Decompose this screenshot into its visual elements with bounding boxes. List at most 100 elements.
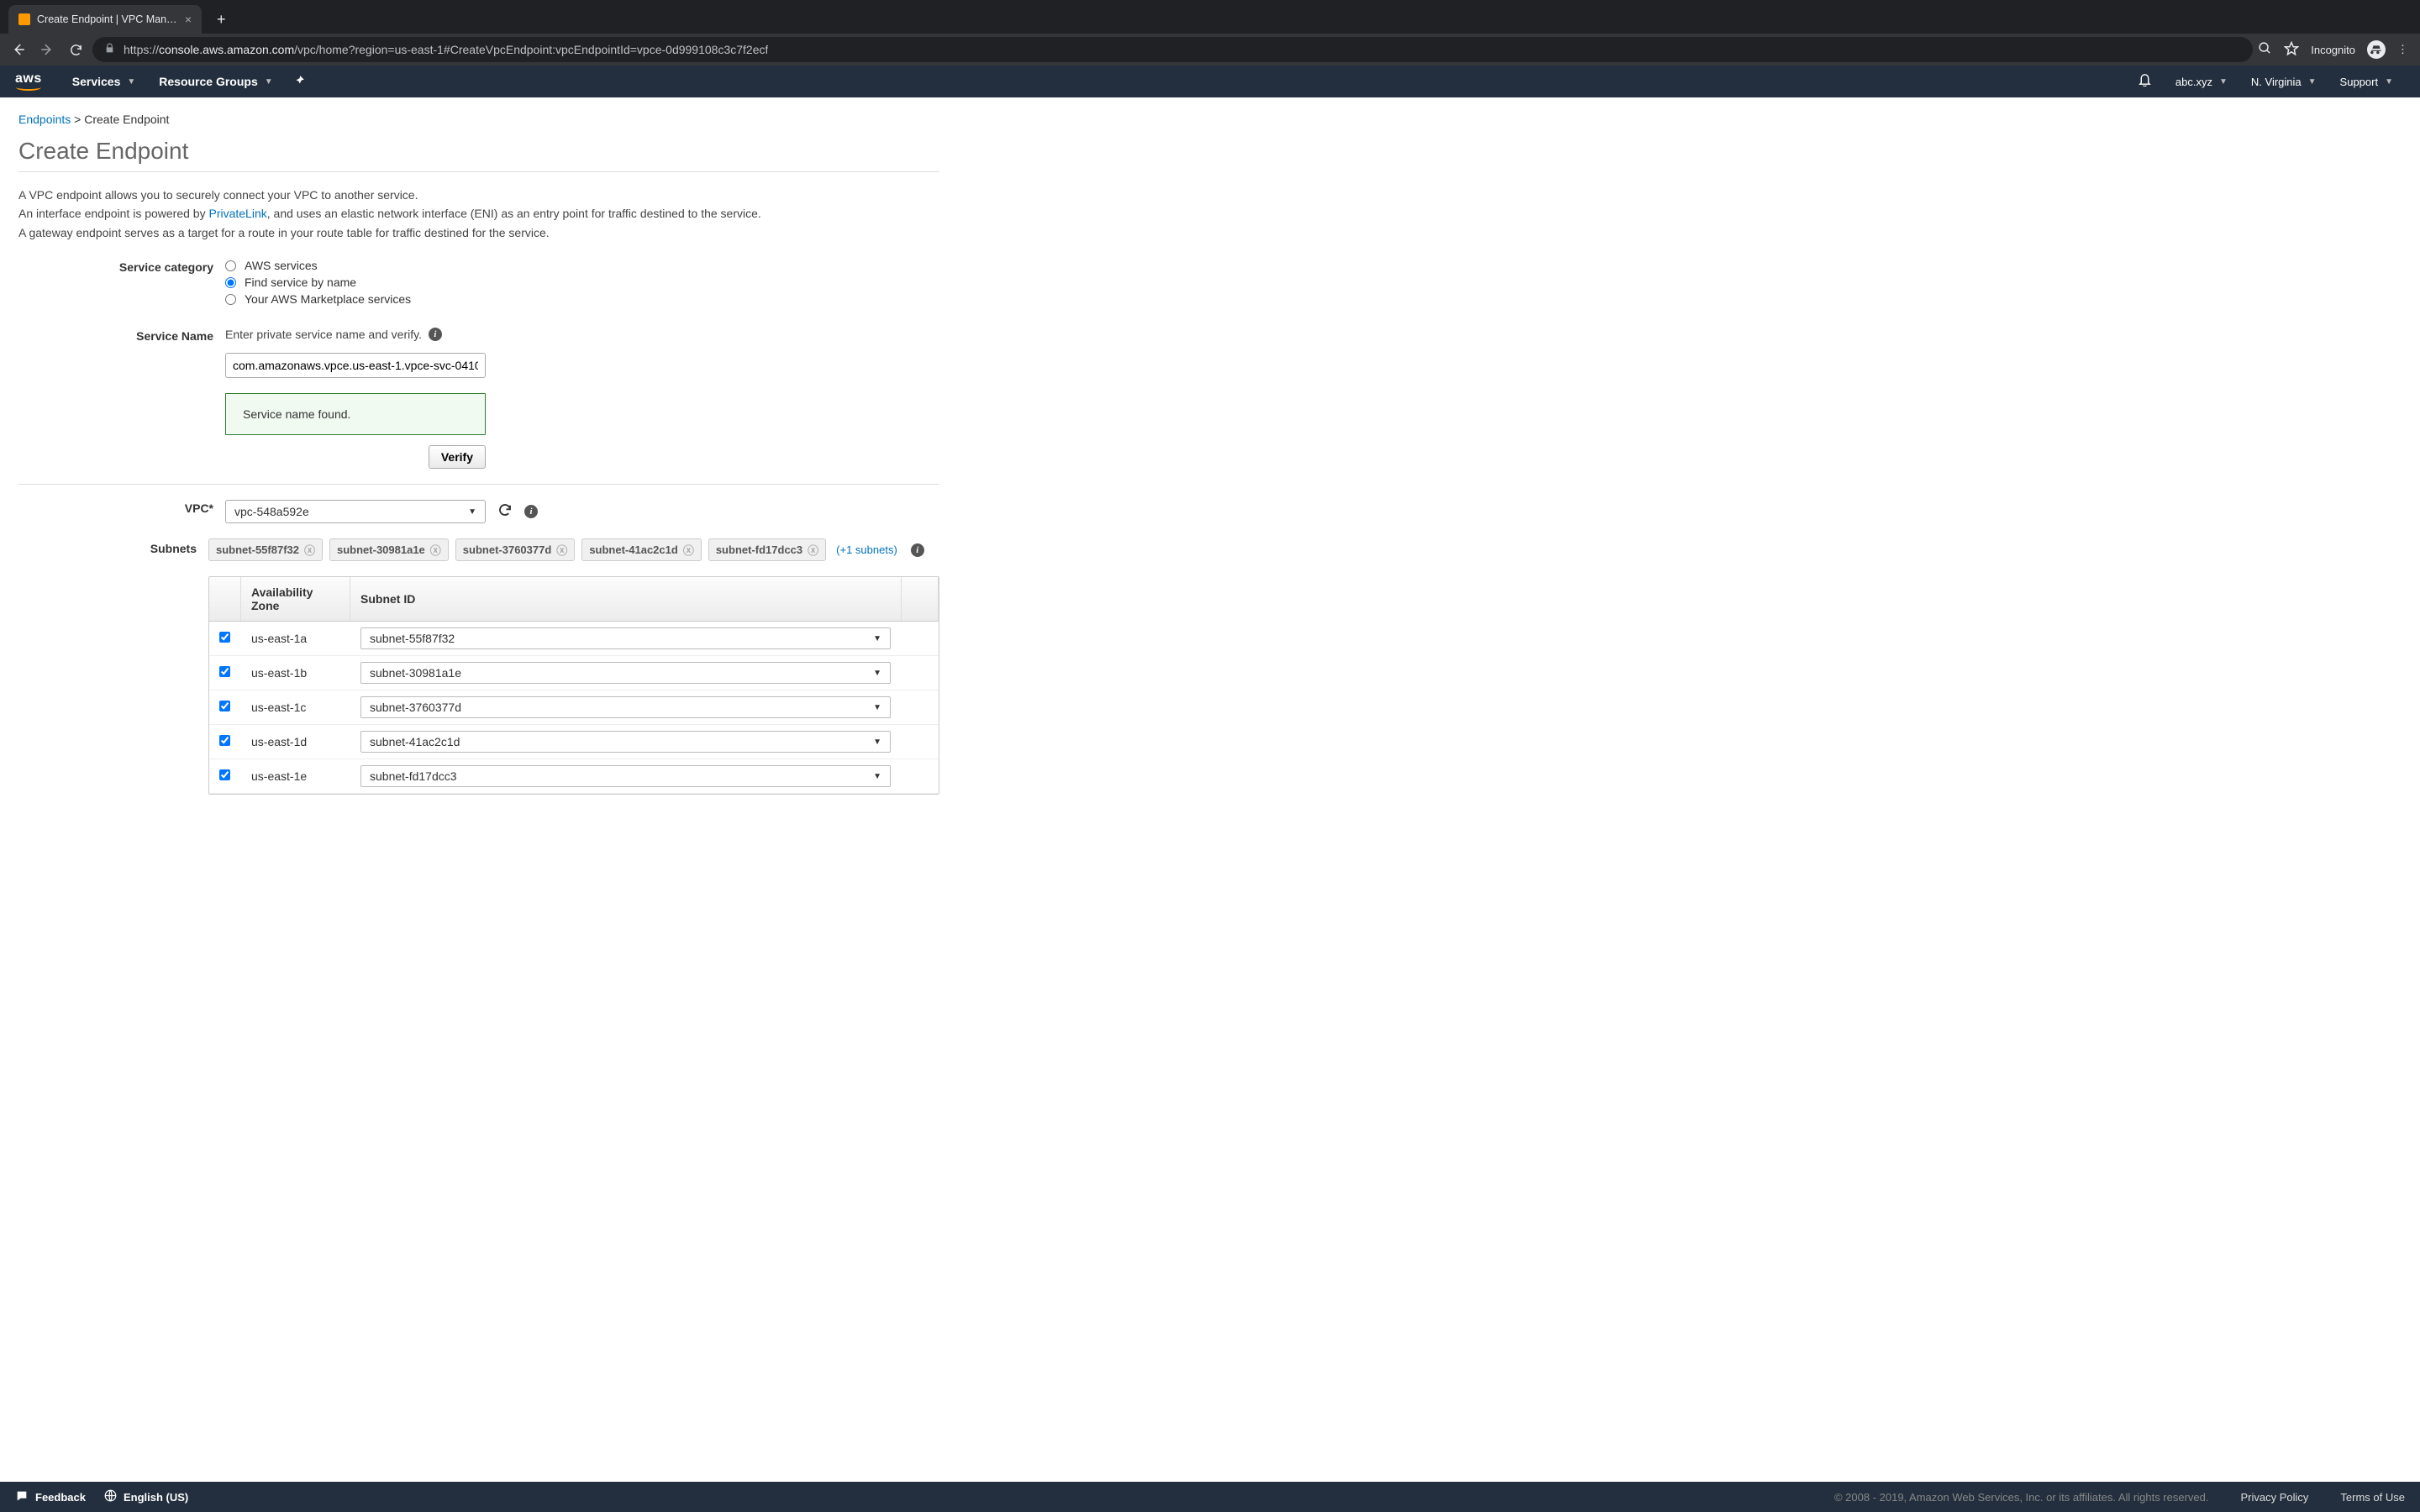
- reload-button[interactable]: [64, 38, 87, 61]
- remove-tag-icon[interactable]: ⓧ: [683, 542, 694, 558]
- radio-aws-services[interactable]: AWS services: [225, 259, 939, 272]
- row-checkbox[interactable]: [219, 769, 230, 780]
- row-checkbox[interactable]: [219, 735, 230, 746]
- intro-line-3: A gateway endpoint serves as a target fo…: [18, 223, 939, 242]
- row-checkbox[interactable]: [219, 632, 230, 643]
- remove-tag-icon[interactable]: ⓧ: [304, 542, 315, 558]
- close-icon[interactable]: ×: [185, 13, 192, 26]
- subnet-tag[interactable]: subnet-41ac2c1dⓧ: [581, 538, 702, 561]
- tag-label: subnet-3760377d: [463, 543, 552, 556]
- chevron-down-icon: ▼: [873, 703, 881, 712]
- info-icon[interactable]: i: [524, 505, 538, 518]
- subnet-select-value: subnet-3760377d: [370, 701, 461, 714]
- table-row: us-east-1a subnet-55f87f32▼: [209, 622, 939, 656]
- chevron-down-icon: ▼: [873, 772, 881, 781]
- remove-tag-icon[interactable]: ⓧ: [556, 542, 567, 558]
- arrow-right-icon: [39, 42, 55, 57]
- subnet-tag[interactable]: subnet-55f87f32 ⓧ: [208, 538, 323, 561]
- lock-icon: [104, 43, 115, 56]
- resource-groups-label: Resource Groups: [159, 75, 257, 88]
- notifications-button[interactable]: [2126, 72, 2164, 91]
- subnet-select[interactable]: subnet-41ac2c1d▼: [360, 731, 891, 753]
- subnet-select[interactable]: subnet-30981a1e▼: [360, 662, 891, 684]
- feedback-button[interactable]: Feedback: [15, 1489, 86, 1505]
- radio-aws-services-input[interactable]: [225, 260, 236, 271]
- header-spacer: [902, 577, 939, 622]
- pin-icon[interactable]: [285, 75, 313, 89]
- subnet-select-value: subnet-fd17dcc3: [370, 769, 457, 783]
- resource-groups-menu[interactable]: Resource Groups ▼: [147, 75, 284, 88]
- intro-line-1: A VPC endpoint allows you to securely co…: [18, 186, 939, 204]
- aws-header: aws Services ▼ Resource Groups ▼ abc.xyz…: [0, 66, 2420, 97]
- services-menu[interactable]: Services ▼: [60, 75, 148, 88]
- incognito-label: Incognito: [2311, 44, 2355, 56]
- subnet-tag[interactable]: subnet-30981a1e ⓧ: [329, 538, 449, 561]
- account-menu[interactable]: abc.xyz ▼: [2164, 76, 2239, 88]
- privacy-link[interactable]: Privacy Policy: [2241, 1491, 2309, 1504]
- forward-button[interactable]: [35, 38, 59, 61]
- vpc-select[interactable]: vpc-548a592e ▼: [225, 500, 486, 523]
- breadcrumb-parent-link[interactable]: Endpoints: [18, 113, 71, 126]
- chevron-down-icon: ▼: [468, 507, 476, 517]
- info-icon[interactable]: i: [429, 328, 442, 341]
- refresh-button[interactable]: [497, 502, 513, 522]
- more-subnets-link[interactable]: (+1 subnets): [836, 543, 897, 556]
- browser-tab[interactable]: Create Endpoint | VPC Manage ×: [8, 5, 202, 34]
- service-name-success-box: Service name found.: [225, 393, 486, 435]
- support-menu[interactable]: Support ▼: [2328, 76, 2405, 88]
- az-cell: us-east-1d: [241, 725, 350, 759]
- verify-button[interactable]: Verify: [429, 445, 486, 469]
- radio-find-by-name[interactable]: Find service by name: [225, 276, 939, 289]
- tab-title: Create Endpoint | VPC Manage: [37, 13, 178, 25]
- remove-tag-icon[interactable]: ⓧ: [430, 542, 441, 558]
- vpc-label: VPC*: [18, 500, 225, 523]
- bell-icon: [2138, 72, 2152, 91]
- chevron-down-icon: ▼: [2308, 77, 2317, 87]
- page-scroll[interactable]: Endpoints > Create Endpoint Create Endpo…: [0, 97, 2420, 1482]
- star-icon[interactable]: [2284, 41, 2299, 59]
- table-row: us-east-1esubnet-fd17dcc3▼: [209, 759, 939, 794]
- language-button[interactable]: English (US): [104, 1489, 188, 1504]
- region-menu[interactable]: N. Virginia ▼: [2239, 76, 2328, 88]
- table-row: us-east-1c subnet-3760377d ▼: [209, 690, 939, 725]
- radio-marketplace[interactable]: Your AWS Marketplace services: [225, 292, 939, 306]
- subnet-select[interactable]: subnet-fd17dcc3 ▼: [360, 765, 891, 787]
- privatelink-link[interactable]: PrivateLink: [208, 207, 266, 220]
- az-cell: us-east-1c: [241, 690, 350, 725]
- zoom-icon[interactable]: [2258, 41, 2272, 58]
- remove-tag-icon[interactable]: ⓧ: [808, 542, 818, 558]
- support-label: Support: [2340, 76, 2379, 88]
- terms-link[interactable]: Terms of Use: [2340, 1491, 2405, 1504]
- subnet-tag[interactable]: subnet-fd17dcc3ⓧ: [708, 538, 826, 561]
- subnets-row: Subnets subnet-55f87f32ⓧsubnet-30981a1eⓧ…: [18, 538, 939, 795]
- url-bar[interactable]: https://console.aws.amazon.com/vpc/home?…: [92, 37, 2253, 62]
- table-row: us-east-1d subnet-41ac2c1d▼: [209, 725, 939, 759]
- subnet-select[interactable]: subnet-3760377d ▼: [360, 696, 891, 718]
- tag-label: subnet-30981a1e: [337, 543, 425, 556]
- url-text: https://console.aws.amazon.com/vpc/home?…: [124, 43, 768, 56]
- service-name-input[interactable]: [225, 353, 486, 378]
- aws-logo[interactable]: aws: [15, 72, 42, 91]
- subnet-select-value: subnet-30981a1e: [370, 666, 461, 680]
- new-tab-button[interactable]: +: [202, 11, 236, 34]
- account-label: abc.xyz: [2175, 76, 2212, 88]
- row-checkbox[interactable]: [219, 666, 230, 677]
- subnet-select[interactable]: subnet-55f87f32▼: [360, 627, 891, 649]
- page-title: Create Endpoint: [18, 138, 939, 172]
- info-icon[interactable]: i: [911, 543, 924, 557]
- kebab-menu-icon[interactable]: ⋮: [2397, 43, 2408, 56]
- row-checkbox[interactable]: [219, 701, 230, 711]
- vpc-value: vpc-548a592e: [234, 505, 309, 518]
- radio-find-by-name-input[interactable]: [225, 277, 236, 288]
- chevron-down-icon: ▼: [127, 77, 135, 87]
- radio-label: AWS services: [245, 259, 318, 272]
- radio-marketplace-input[interactable]: [225, 294, 236, 305]
- back-button[interactable]: [7, 38, 30, 61]
- tag-label: subnet-55f87f32: [216, 543, 299, 556]
- radio-label: Find service by name: [245, 276, 356, 289]
- chevron-down-icon: ▼: [2385, 77, 2393, 87]
- az-cell: us-east-1a: [241, 622, 350, 656]
- url-domain: console.aws.amazon.com: [159, 43, 294, 56]
- subnet-tag[interactable]: subnet-3760377d ⓧ: [455, 538, 576, 561]
- service-category-row: Service category AWS services Find servi…: [18, 259, 939, 309]
